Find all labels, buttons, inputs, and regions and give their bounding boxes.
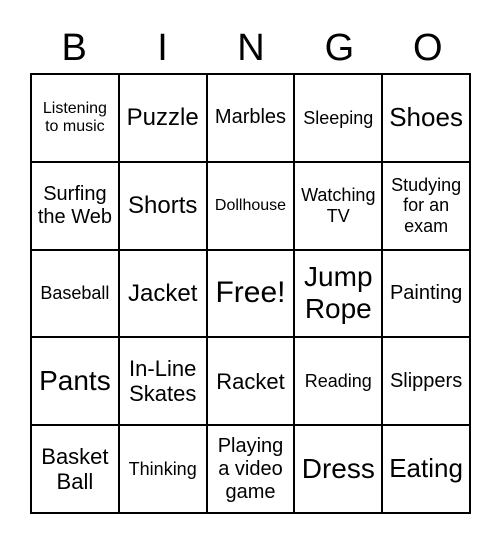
header-letter-n: N [237, 27, 265, 69]
bingo-header: B I N G O [30, 22, 472, 74]
header-letter-o: O [412, 27, 443, 69]
bingo-cell[interactable]: Eating [382, 425, 470, 513]
bingo-cell[interactable]: In-Line Skates [118, 337, 207, 426]
bingo-cell[interactable]: Puzzle [118, 74, 207, 162]
bingo-cell[interactable]: Shorts [118, 161, 207, 250]
bingo-cell[interactable]: Pants [31, 337, 119, 426]
bingo-cell[interactable]: Racket [206, 337, 295, 426]
bingo-cell[interactable]: Surfing the Web [31, 161, 119, 250]
bingo-cell[interactable]: Thinking [118, 425, 207, 513]
bingo-cell[interactable]: Baseball [31, 249, 119, 338]
bingo-cell[interactable]: Free! [206, 249, 295, 338]
header-letter-g: G [324, 27, 355, 69]
bingo-cell[interactable]: Dress [294, 425, 383, 513]
bingo-cell[interactable]: Jump Rope [294, 249, 383, 338]
bingo-cell[interactable]: Slippers [382, 337, 470, 426]
bingo-cell[interactable]: Dollhouse [206, 161, 295, 250]
bingo-grid: Listening to music Puzzle Marbles Sleeping S… [30, 73, 471, 514]
bingo-cell[interactable]: Studying for an exam [382, 161, 470, 250]
bingo-cell[interactable]: Listening to music [31, 74, 119, 162]
bingo-cell[interactable]: Reading [294, 337, 383, 426]
bingo-cell[interactable]: Playing a video game [206, 425, 295, 513]
bingo-cell[interactable]: Shoes [382, 74, 470, 162]
header-letter-b: B [61, 27, 87, 69]
bingo-cell[interactable]: Watching TV [294, 161, 383, 250]
bingo-cell[interactable]: Sleeping [294, 74, 383, 162]
bingo-cell[interactable]: Basket Ball [31, 425, 119, 513]
header-letter-i: I [157, 27, 168, 69]
bingo-cell[interactable]: Jacket [118, 249, 207, 338]
bingo-cell[interactable]: Painting [382, 249, 470, 338]
bingo-cell[interactable]: Marbles [206, 74, 295, 162]
